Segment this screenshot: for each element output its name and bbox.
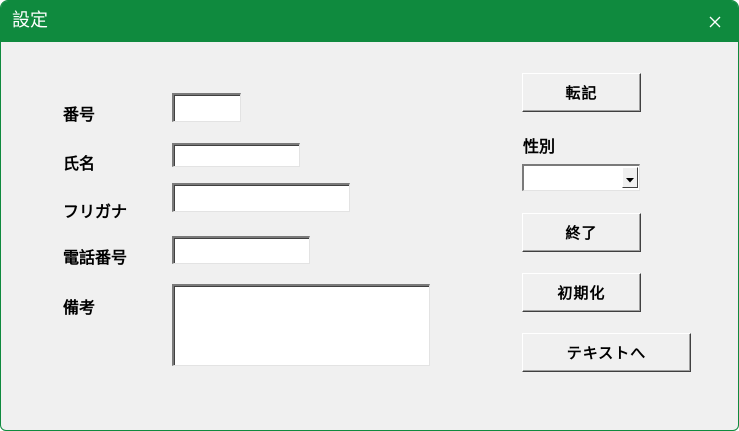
reset-button[interactable]: 初期化 <box>522 273 641 312</box>
gender-label: 性別 <box>523 137 556 156</box>
exit-button[interactable]: 終了 <box>522 213 641 252</box>
furigana-label: フリガナ <box>63 202 128 221</box>
notes-textarea[interactable] <box>172 284 430 366</box>
gender-select[interactable] <box>522 164 640 191</box>
phone-label: 電話番号 <box>63 248 128 267</box>
transfer-button[interactable]: 転記 <box>522 73 641 112</box>
settings-dialog: 設定 番号 氏名 フリガナ 電話番号 備考 性別 転記 終了 初期化 テキストへ <box>0 0 739 431</box>
name-field[interactable] <box>172 143 300 167</box>
chevron-down-icon <box>626 168 634 187</box>
window-title: 設定 <box>12 10 48 31</box>
phone-field[interactable] <box>172 236 310 264</box>
to-text-button[interactable]: テキストへ <box>522 333 691 372</box>
notes-label: 備考 <box>63 298 96 317</box>
title-bar: 設定 <box>1 1 738 42</box>
number-field[interactable] <box>172 93 241 122</box>
close-button[interactable] <box>692 1 738 42</box>
number-label: 番号 <box>63 105 96 124</box>
close-icon <box>709 16 721 28</box>
gender-dropdown-button[interactable] <box>622 167 638 188</box>
furigana-field[interactable] <box>172 183 350 212</box>
name-label: 氏名 <box>63 154 96 173</box>
